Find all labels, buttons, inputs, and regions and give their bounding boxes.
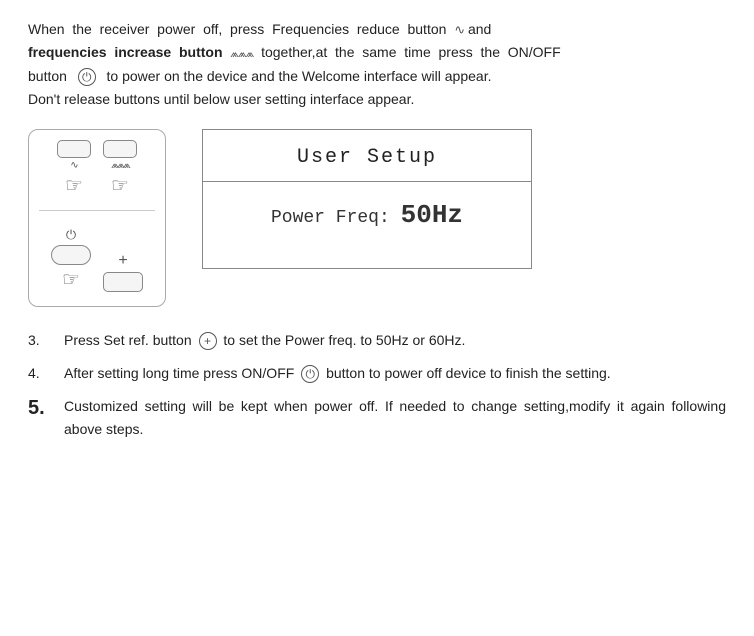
- power-inline-icon: ⏻: [78, 68, 96, 86]
- diagram-area: ∿ ☞ ⩕⩕⩕ ☞ ⏻ ☞ + User Setup: [28, 129, 726, 307]
- onoff-icon-step4: ⏻: [301, 365, 319, 383]
- plus-btn: [103, 272, 143, 292]
- freq-increase-wave: ⩕⩕⩕: [111, 160, 129, 171]
- step-5-text: Customized setting will be kept when pow…: [64, 395, 726, 441]
- ui-screen-box: User Setup Power Freq: 50Hz: [202, 129, 532, 269]
- step-3: 3. Press Set ref. button + to set the Po…: [28, 329, 726, 352]
- steps-section: 3. Press Set ref. button + to set the Po…: [28, 329, 726, 441]
- power-icon-device: ⏻: [66, 227, 76, 243]
- power-freq-value: 50Hz: [401, 200, 463, 230]
- finger-icon-2: ☞: [111, 173, 129, 198]
- wave-increase-icon: ⩕⩕⩕: [230, 47, 253, 60]
- freq-increase-btn: [103, 140, 137, 158]
- step-4-num: 4.: [28, 362, 64, 384]
- freq-reduce-group: ∿ ☞: [57, 140, 91, 198]
- freq-reduce-btn: [57, 140, 91, 158]
- step-5-num: 5.: [28, 395, 64, 421]
- intro-line4: Don't release buttons until below user s…: [28, 91, 414, 107]
- device-divider: [39, 210, 155, 211]
- intro-together: together,at the same time press the ON/O…: [257, 44, 560, 60]
- set-ref-icon: +: [199, 332, 217, 350]
- intro-welcome: Welcome interface will appear.: [302, 68, 492, 84]
- ui-screen-content: Power Freq: 50Hz: [203, 182, 531, 248]
- top-button-row: ∿ ☞ ⩕⩕⩕ ☞: [57, 140, 137, 198]
- finger-icon-3: ☞: [62, 267, 80, 292]
- step-4-text: After setting long time press ON/OFF ⏻ b…: [64, 362, 726, 385]
- power-btn-group: ⏻ ☞: [51, 227, 91, 292]
- intro-paragraph: When the receiver power off, press Frequ…: [28, 18, 726, 111]
- power-btn: [51, 245, 91, 265]
- plus-icon-device: +: [118, 252, 127, 270]
- intro-line3-rest: to power on the device and: [103, 68, 275, 84]
- step-5: 5. Customized setting will be kept when …: [28, 395, 726, 441]
- wave-reduce-icon: ∿: [454, 23, 464, 38]
- plus-btn-group: +: [103, 250, 143, 292]
- power-freq-label: Power Freq:: [271, 208, 390, 228]
- step-3-text: Press Set ref. button + to set the Power…: [64, 329, 726, 352]
- freq-reduce-wave: ∿: [70, 160, 77, 171]
- intro-the: the: [279, 68, 298, 84]
- finger-icon-1: ☞: [65, 173, 83, 198]
- intro-line1: When the receiver power off, press Frequ…: [28, 21, 468, 37]
- step-3-num: 3.: [28, 329, 64, 351]
- device-illustration: ∿ ☞ ⩕⩕⩕ ☞ ⏻ ☞ +: [28, 129, 166, 307]
- step-4: 4. After setting long time press ON/OFF …: [28, 362, 726, 385]
- conjunction-and: and: [468, 21, 491, 37]
- ui-screen-title: User Setup: [203, 130, 531, 182]
- freq-increase-group: ⩕⩕⩕ ☞: [103, 140, 137, 198]
- bottom-button-row: ⏻ ☞ +: [51, 227, 143, 292]
- intro-bold-text: frequencies increase button ⩕⩕⩕: [28, 44, 257, 60]
- intro-button-label: button: [28, 68, 71, 84]
